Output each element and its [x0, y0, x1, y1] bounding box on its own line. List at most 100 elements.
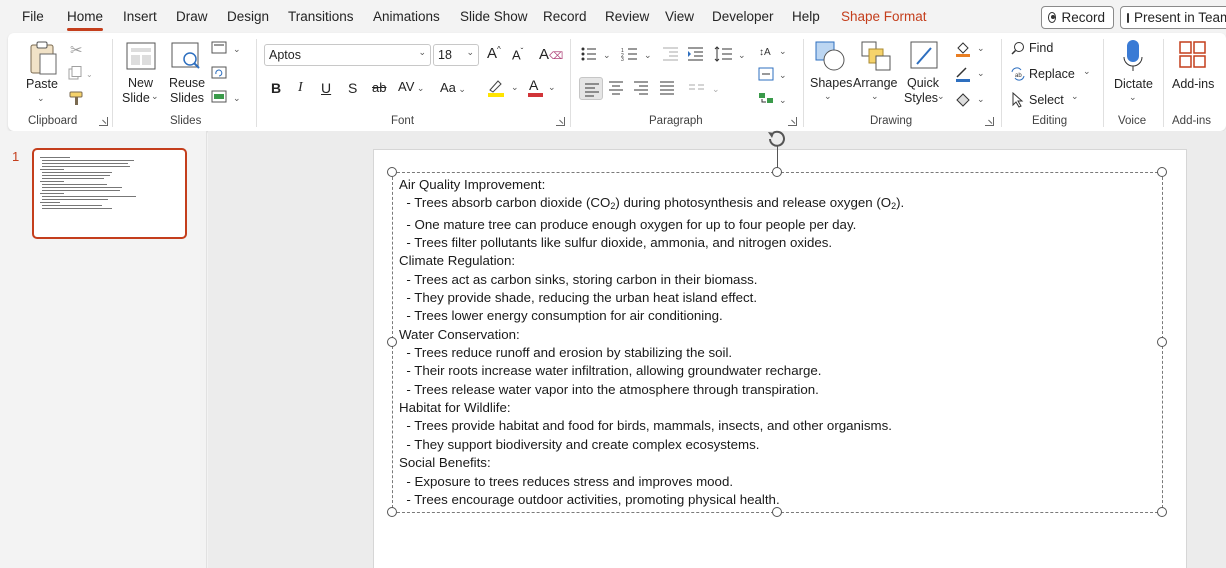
font-name-dropdown[interactable]: Aptos ⌄ — [264, 44, 431, 66]
quick-styles-label[interactable]: Quick — [907, 75, 939, 91]
tab-review[interactable]: Review — [605, 9, 649, 24]
resize-handle-bottom-right[interactable] — [1157, 507, 1167, 517]
replace-chevron-icon[interactable]: ⌄ — [1083, 66, 1091, 77]
replace-button[interactable]: Replace — [1029, 67, 1075, 81]
justify-icon[interactable] — [659, 80, 675, 101]
replace-icon[interactable]: ab — [1010, 66, 1026, 87]
shapes-icon[interactable] — [814, 40, 846, 77]
increase-indent-icon[interactable] — [688, 47, 704, 66]
paragraph-launcher-icon[interactable] — [788, 117, 797, 126]
clipboard-launcher-icon[interactable] — [99, 117, 108, 126]
align-left-button[interactable] — [579, 77, 603, 100]
underline-icon[interactable]: U — [321, 80, 331, 96]
shape-effects-icon[interactable]: ⌄ — [954, 90, 986, 113]
line-spacing-icon[interactable]: ⌄ — [714, 46, 748, 67]
resize-handle-left[interactable] — [387, 337, 397, 347]
shapes-chevron-icon[interactable]: ⌄ — [824, 91, 832, 102]
new-slide-icon[interactable] — [125, 41, 157, 76]
bullets-icon[interactable]: ⌄ — [580, 47, 614, 66]
record-button[interactable]: Record — [1041, 6, 1114, 29]
select-button[interactable]: Select — [1029, 93, 1064, 107]
slide-thumbnail[interactable] — [32, 148, 187, 239]
tab-record[interactable]: Record — [543, 9, 587, 24]
reuse-slides-label-2[interactable]: Slides — [170, 90, 204, 106]
clear-formatting-icon[interactable]: A⌫ — [539, 46, 563, 63]
quick-styles-chevron-icon[interactable]: ⌄ — [937, 91, 945, 102]
tab-shape-format[interactable]: Shape Format — [841, 9, 927, 24]
tab-insert[interactable]: Insert — [123, 9, 157, 24]
new-slide-label-2[interactable]: Slide — [122, 90, 150, 106]
tab-help[interactable]: Help — [792, 9, 820, 24]
numbering-icon[interactable]: 1 2 3 ⌄ — [621, 47, 655, 66]
dictate-chevron-icon[interactable]: ⌄ — [1129, 92, 1137, 103]
align-text-icon[interactable]: ⌄ — [758, 66, 788, 87]
italic-icon[interactable]: I — [298, 80, 303, 96]
resize-handle-bottom-left[interactable] — [387, 507, 397, 517]
search-icon[interactable] — [1011, 41, 1025, 60]
resize-handle-right[interactable] — [1157, 337, 1167, 347]
find-button[interactable]: Find — [1029, 41, 1053, 55]
change-case-icon[interactable]: Aa ⌄ — [440, 80, 466, 95]
quick-styles-icon[interactable] — [909, 40, 941, 77]
tab-transitions[interactable]: Transitions — [288, 9, 354, 24]
separator — [112, 39, 113, 127]
decrease-font-size-icon[interactable]: Aˇ — [512, 47, 523, 62]
microphone-icon[interactable] — [1123, 39, 1143, 78]
smartart-icon[interactable]: ⌄ — [758, 91, 788, 112]
tab-slide-show[interactable]: Slide Show — [460, 9, 528, 24]
format-painter-icon[interactable] — [69, 90, 85, 111]
arrange-chevron-icon[interactable]: ⌄ — [871, 91, 879, 102]
arrange-icon[interactable] — [860, 40, 892, 77]
arrange-label[interactable]: Arrange — [853, 75, 897, 91]
rotate-handle-icon[interactable] — [766, 128, 788, 153]
text-direction-icon[interactable]: ↕A ⌄ — [758, 41, 788, 64]
section-icon[interactable]: ⌄ — [211, 90, 243, 109]
new-slide-label[interactable]: New — [128, 75, 153, 91]
strikethrough-icon[interactable]: ab — [372, 80, 386, 95]
tab-draw[interactable]: Draw — [176, 9, 208, 24]
paste-chevron-icon[interactable]: ⌄ — [37, 93, 45, 104]
align-right-icon[interactable] — [633, 80, 649, 101]
text-shadow-icon[interactable]: S — [348, 80, 357, 96]
select-chevron-icon[interactable]: ⌄ — [1071, 91, 1079, 102]
tab-design[interactable]: Design — [227, 9, 269, 24]
reuse-slides-label[interactable]: Reuse — [169, 75, 205, 91]
tab-file[interactable]: File — [22, 9, 44, 24]
cut-icon[interactable]: ✂ — [70, 41, 83, 59]
layout-icon[interactable]: ⌄ — [211, 41, 243, 60]
tab-view[interactable]: View — [665, 9, 694, 24]
character-spacing-icon[interactable]: AV ⌄ — [398, 79, 424, 94]
font-size-dropdown[interactable]: 18 ⌄ — [433, 44, 479, 66]
quick-styles-label-2[interactable]: Styles — [904, 90, 938, 106]
bold-icon[interactable]: B — [271, 80, 281, 96]
tab-animations[interactable]: Animations — [373, 9, 440, 24]
tab-developer[interactable]: Developer — [712, 9, 774, 24]
add-ins-icon[interactable] — [1178, 40, 1208, 75]
columns-icon[interactable]: ⌄ — [688, 80, 722, 101]
drawing-launcher-icon[interactable] — [985, 117, 994, 126]
shapes-label[interactable]: Shapes — [810, 75, 852, 91]
decrease-indent-icon[interactable] — [663, 47, 679, 66]
resize-handle-top-left[interactable] — [387, 167, 397, 177]
align-center-icon[interactable] — [608, 80, 624, 101]
slide-text-content[interactable]: Air Quality Improvement: - Trees absorb … — [399, 176, 904, 509]
paste-button-label[interactable]: Paste — [26, 76, 58, 92]
highlight-color-icon[interactable]: ⌄ — [486, 78, 524, 103]
svg-text:ab: ab — [1015, 73, 1022, 79]
cursor-arrow-icon[interactable] — [1011, 91, 1025, 113]
increase-font-size-icon[interactable]: A^ — [487, 45, 501, 62]
reuse-slides-icon[interactable] — [170, 41, 202, 76]
paste-icon[interactable] — [28, 40, 58, 81]
tab-home[interactable]: Home — [67, 9, 104, 31]
font-color-icon[interactable]: A ⌄ — [526, 77, 558, 103]
shape-fill-icon[interactable]: ⌄ — [954, 40, 986, 63]
shape-outline-icon[interactable]: ⌄ — [954, 65, 986, 88]
present-in-teams-button[interactable]: Present in Teams — [1120, 6, 1226, 29]
add-ins-label[interactable]: Add-ins — [1172, 76, 1214, 92]
font-launcher-icon[interactable] — [556, 117, 565, 126]
new-slide-chevron-icon[interactable]: ⌄ — [151, 91, 159, 102]
reset-icon[interactable] — [211, 66, 229, 85]
dictate-label[interactable]: Dictate — [1114, 76, 1153, 92]
resize-handle-top-right[interactable] — [1157, 167, 1167, 177]
copy-icon[interactable]: ⌄ — [68, 66, 96, 85]
